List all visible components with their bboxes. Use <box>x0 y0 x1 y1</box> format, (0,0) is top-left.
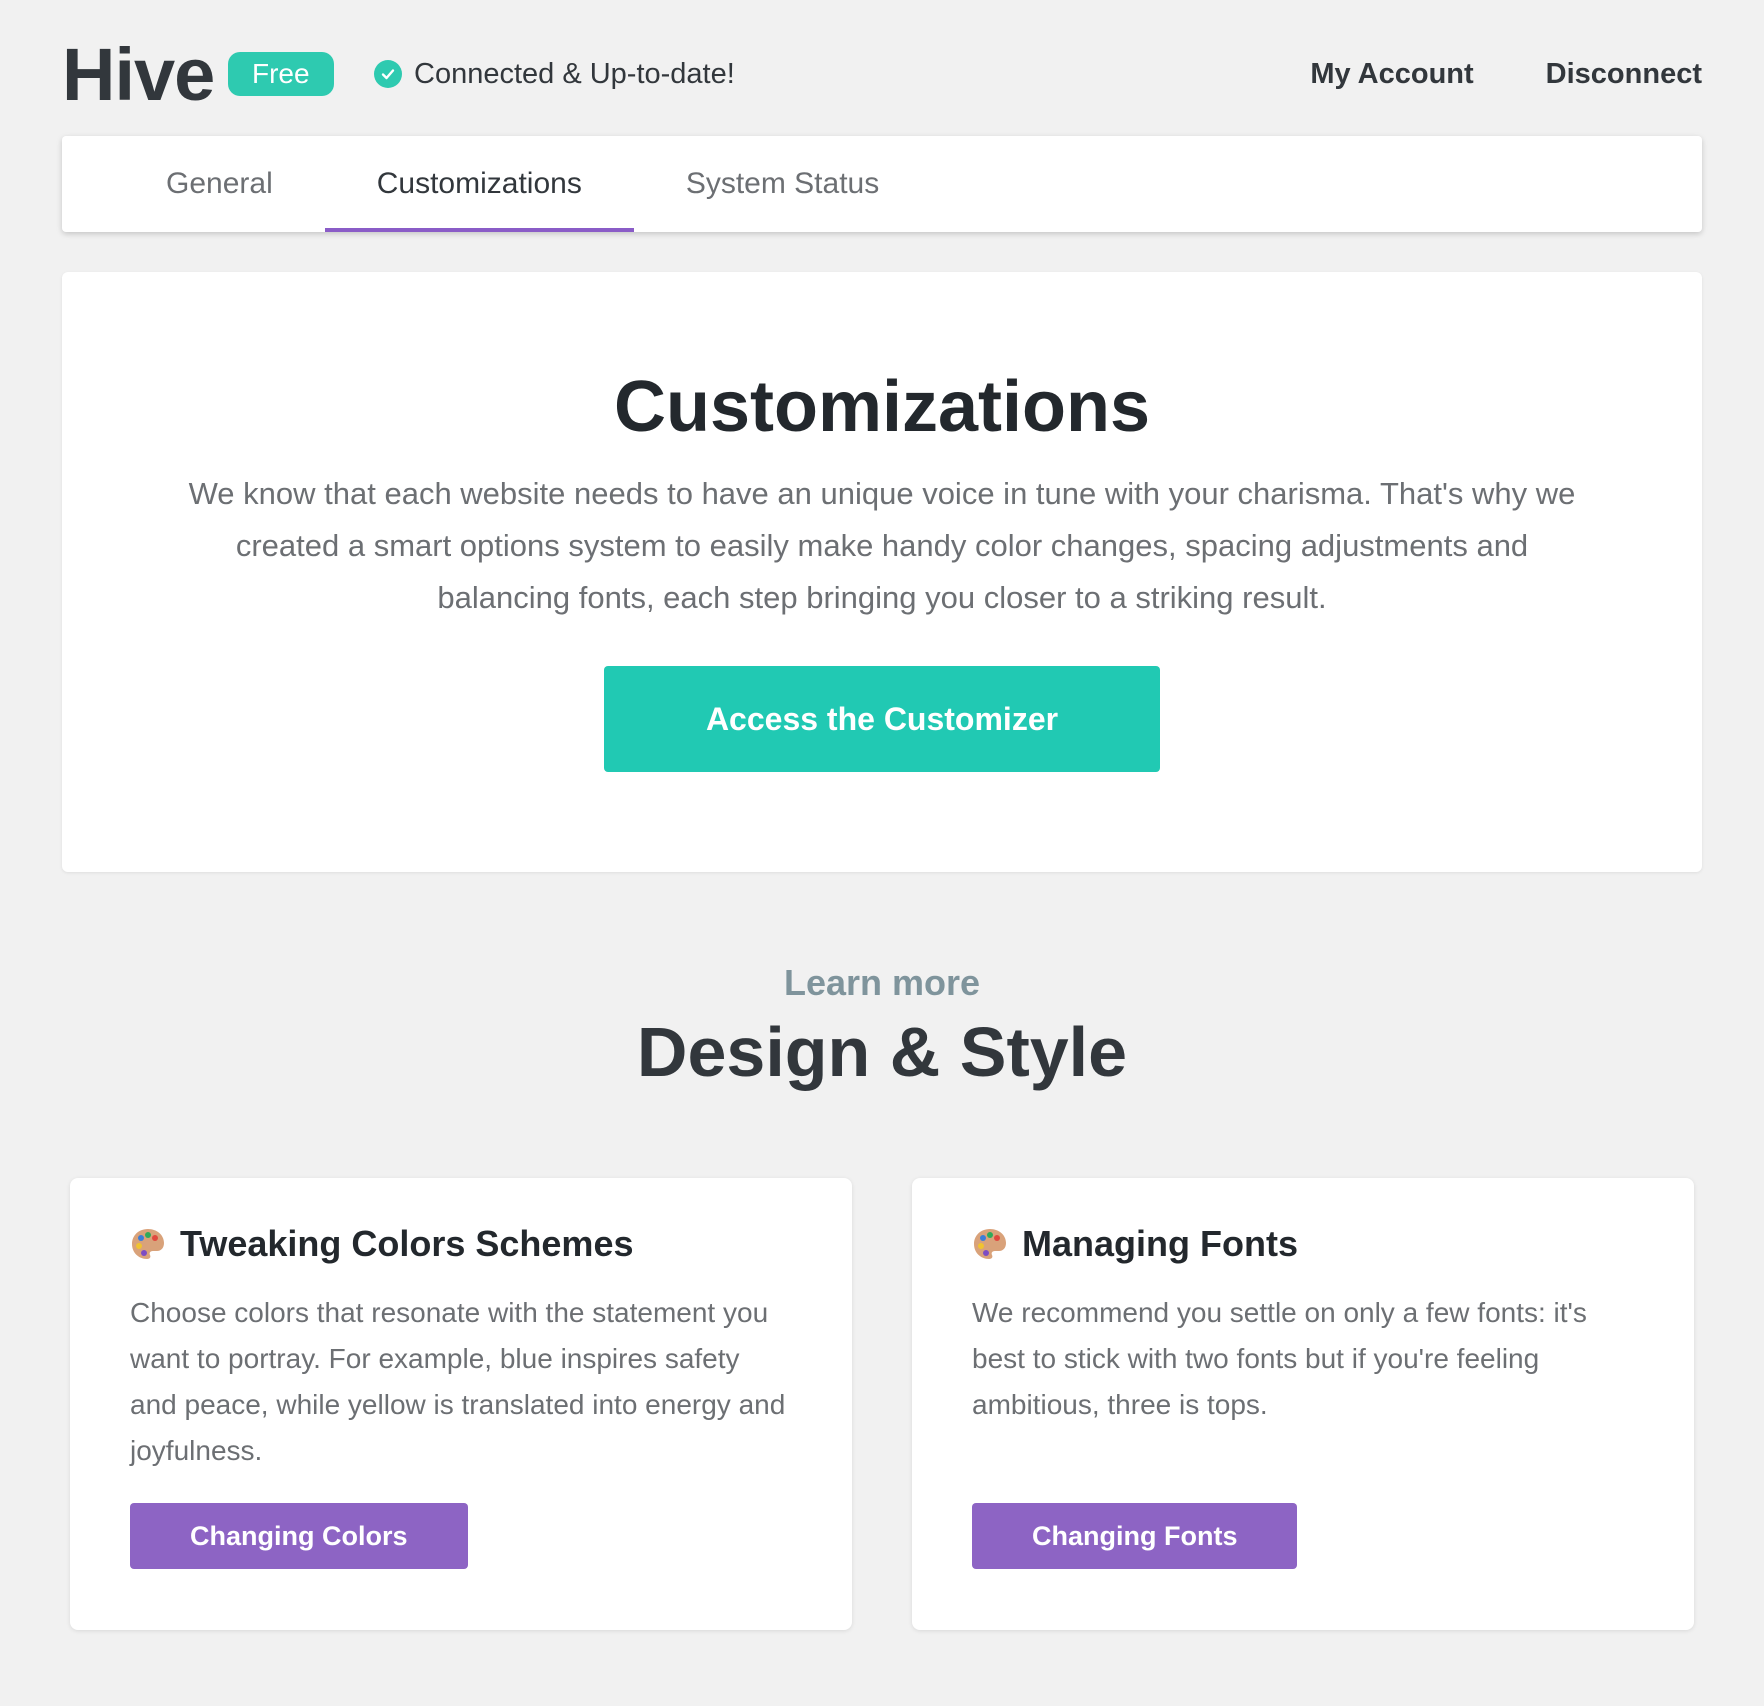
card-text: Choose colors that resonate with the sta… <box>130 1297 786 1466</box>
tab-customizations[interactable]: Customizations <box>324 136 634 232</box>
header: Hive Free Connected & Up-to-date! My Acc… <box>0 0 1764 140</box>
customizations-panel: Customizations We know that each website… <box>62 272 1702 872</box>
section-subtitle: Learn more <box>783 962 981 1003</box>
palette-icon <box>132 1229 164 1259</box>
page-title: Customizations <box>613 367 1151 447</box>
tab-general[interactable]: General <box>114 136 325 232</box>
colors-card: Tweaking Colors Schemes Choose colors th… <box>70 1178 852 1630</box>
page-description: We know that each website needs to have … <box>188 476 1576 615</box>
my-account-link[interactable]: My Account <box>1310 54 1473 94</box>
plan-badge: Free <box>228 52 334 96</box>
palette-icon <box>974 1229 1006 1259</box>
tab-bar: General Customizations System Status <box>62 136 1702 232</box>
check-circle-icon <box>374 60 402 88</box>
card-title: Managing Fonts <box>972 1220 1634 1268</box>
card-text: We recommend you settle on only a few fo… <box>972 1297 1587 1420</box>
connection-status: Connected & Up-to-date! <box>374 54 735 94</box>
card-title: Tweaking Colors Schemes <box>130 1220 792 1268</box>
header-links: My Account Disconnect <box>1310 54 1702 94</box>
card-title-text: Tweaking Colors Schemes <box>180 1223 634 1264</box>
changing-fonts-button[interactable]: Changing Fonts <box>972 1503 1298 1569</box>
tab-system-status[interactable]: System Status <box>634 136 931 232</box>
app-logo: Hive <box>62 33 215 116</box>
changing-colors-button[interactable]: Changing Colors <box>130 1503 468 1569</box>
access-customizer-button[interactable]: Access the Customizer <box>604 666 1160 772</box>
fonts-card: Managing Fonts We recommend you settle o… <box>912 1178 1694 1630</box>
card-title-text: Managing Fonts <box>1022 1223 1298 1264</box>
connection-status-text: Connected & Up-to-date! <box>414 57 735 90</box>
disconnect-link[interactable]: Disconnect <box>1546 54 1702 94</box>
section-title: Design & Style <box>636 1013 1128 1091</box>
